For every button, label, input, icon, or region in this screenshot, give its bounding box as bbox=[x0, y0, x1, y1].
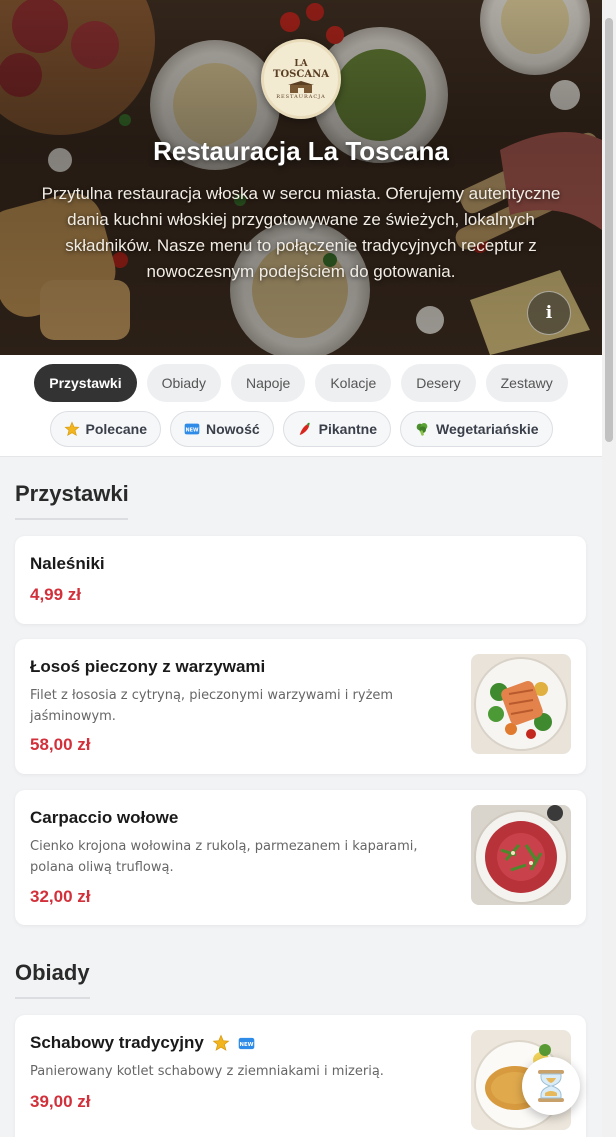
restaurant-logo: LA TOSCANA RESTAURACJA bbox=[261, 39, 341, 119]
loading-button[interactable] bbox=[522, 1057, 580, 1115]
category-tabs: Przystawki Obiady Napoje Kolacje Desery … bbox=[0, 364, 602, 402]
filter-wegetarianskie-label: Wegetariańskie bbox=[436, 421, 539, 437]
restaurant-name: Restauracja La Toscana bbox=[153, 136, 449, 166]
hourglass-icon bbox=[538, 1070, 564, 1102]
carpaccio-dish-photo bbox=[471, 805, 571, 905]
tab-kolacje[interactable]: Kolacje bbox=[315, 364, 392, 402]
filter-wegetarianskie[interactable]: Wegetariańskie bbox=[400, 411, 553, 447]
broccoli-icon bbox=[416, 423, 428, 436]
tab-desery[interactable]: Desery bbox=[401, 364, 476, 402]
section-title-przystawki: Przystawki bbox=[15, 481, 129, 506]
filter-nowosc-label: Nowość bbox=[205, 421, 260, 437]
filter-polecane[interactable]: Polecane bbox=[49, 411, 161, 447]
item-name: Łosoś pieczony z warzywami bbox=[30, 657, 266, 676]
tab-napoje[interactable]: Napoje bbox=[230, 364, 306, 402]
section-underline bbox=[15, 518, 128, 520]
scrollbar[interactable] bbox=[602, 0, 616, 1137]
menu-item-card[interactable]: Łosoś pieczony z warzywami Filet z łosos… bbox=[15, 639, 586, 774]
chili-icon bbox=[299, 422, 310, 435]
item-price: 32,00 zł bbox=[30, 887, 91, 906]
logo-text-restauracja: RESTAURACJA bbox=[276, 94, 326, 100]
restaurant-description: Przytulna restauracja włoska w sercu mia… bbox=[41, 184, 561, 281]
salmon-dish-image[interactable] bbox=[471, 654, 571, 754]
tab-obiady[interactable]: Obiady bbox=[146, 364, 221, 402]
item-description: Cienko krojona wołowina z rukolą, parmez… bbox=[30, 839, 418, 875]
scrollbar-thumb[interactable] bbox=[605, 18, 613, 442]
item-price: 39,00 zł bbox=[30, 1092, 91, 1111]
hero-banner: LA TOSCANA RESTAURACJA Restauracja La To… bbox=[0, 0, 602, 355]
section-title-obiady: Obiady bbox=[15, 960, 90, 985]
star-icon bbox=[63, 421, 80, 437]
menu-navigation: Przystawki Obiady Napoje Kolacje Desery … bbox=[0, 355, 602, 457]
new-icon-text: NEW bbox=[185, 427, 199, 433]
new-icon: NEW bbox=[184, 423, 200, 435]
carpaccio-dish-image[interactable] bbox=[471, 805, 571, 905]
logo-text-toscana: TOSCANA bbox=[273, 69, 329, 80]
filter-pikantne[interactable]: Pikantne bbox=[282, 411, 392, 447]
page: LA TOSCANA RESTAURACJA Restauracja La To… bbox=[0, 0, 602, 1137]
salmon-dish-photo bbox=[471, 654, 571, 754]
new-icon-text: NEW bbox=[239, 1041, 253, 1047]
new-icon: NEW bbox=[238, 1037, 255, 1049]
star-icon bbox=[212, 1034, 230, 1051]
item-price: 58,00 zł bbox=[30, 735, 91, 754]
item-description: Filet z łososia z cytryną, pieczonymi wa… bbox=[30, 688, 394, 724]
item-description: Panierowany kotlet schabowy z ziemniakam… bbox=[30, 1064, 384, 1079]
logo-text-la: LA bbox=[294, 59, 308, 69]
villa-icon bbox=[288, 81, 314, 93]
filter-pikantne-label: Pikantne bbox=[318, 421, 378, 437]
menu-item-card[interactable]: Naleśniki 4,99 zł bbox=[15, 536, 586, 624]
menu-item-card[interactable]: Schabowy tradycyjny NEW Panierowany kotl… bbox=[15, 1015, 586, 1137]
item-name: Carpaccio wołowe bbox=[30, 808, 179, 827]
section-underline bbox=[15, 997, 90, 999]
filter-tags: Polecane NEW Nowość Pikantne Wegetariańs… bbox=[0, 411, 602, 447]
info-button[interactable]: i bbox=[527, 291, 571, 335]
tab-przystawki[interactable]: Przystawki bbox=[34, 364, 137, 402]
item-name-text: Schabowy tradycyjny bbox=[30, 1033, 204, 1052]
filter-nowosc[interactable]: NEW Nowość bbox=[169, 411, 274, 447]
item-name: Naleśniki bbox=[30, 554, 105, 573]
filter-polecane-label: Polecane bbox=[85, 421, 147, 437]
item-name: Schabowy tradycyjny NEW bbox=[30, 1033, 255, 1053]
item-price: 4,99 zł bbox=[30, 585, 82, 604]
tab-zestawy[interactable]: Zestawy bbox=[485, 364, 568, 402]
menu-item-card[interactable]: Carpaccio wołowe Cienko krojona wołowina… bbox=[15, 790, 586, 925]
